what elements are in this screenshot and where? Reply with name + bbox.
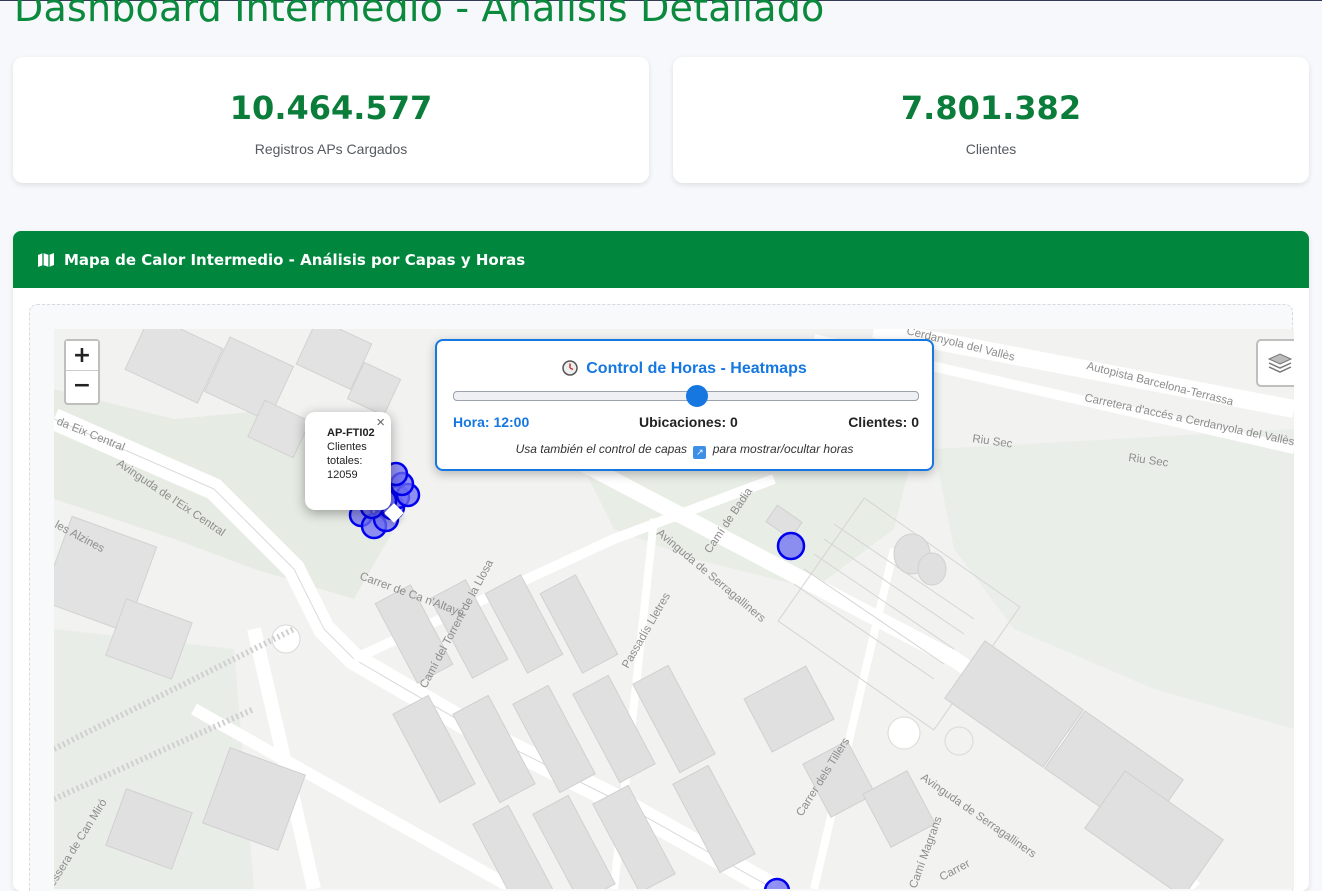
popup-value: 12059: [327, 469, 358, 481]
clock-icon: [562, 360, 578, 376]
stat-label: Registros APs Cargados: [254, 141, 408, 157]
zoom-control: + −: [64, 339, 100, 405]
map-container: Cerdanyola del Vallès Autopista Barcelon…: [29, 304, 1294, 891]
popup-line: Clientes: [327, 441, 367, 453]
stat-value: 7.801.382: [900, 89, 1082, 127]
panel-header: Mapa de Calor Intermedio - Análisis por …: [13, 231, 1309, 288]
stat-label: Clientes: [965, 141, 1017, 157]
hour-control-panel: Control de Horas - Heatmaps Hora: 12:00 …: [435, 339, 934, 471]
popup-close-button[interactable]: ×: [376, 415, 385, 430]
hour-control-title-text: Control de Horas - Heatmaps: [586, 360, 807, 377]
ap-popup: × AP-FTI02 Clientes totales: 12059: [305, 412, 404, 523]
ap-marker[interactable]: [776, 531, 806, 561]
stat-card-clientes: 7.801.382 Clientes: [673, 57, 1309, 183]
zoom-out-button[interactable]: −: [66, 371, 98, 401]
panel-title: Mapa de Calor Intermedio - Análisis por …: [64, 250, 526, 269]
popup-ap-name: AP-FTI02: [327, 427, 375, 439]
map[interactable]: Cerdanyola del Vallès Autopista Barcelon…: [54, 329, 1294, 889]
stat-value: 10.464.577: [229, 89, 433, 127]
page-title: Dashboard Intermedio - Análisis Detallad…: [14, 0, 825, 30]
hour-readout: Hora: 12:00: [453, 414, 530, 430]
hour-control-hint: Usa también el control de capas ↗ para m…: [437, 442, 932, 459]
stat-card-registros: 10.464.577 Registros APs Cargados: [13, 57, 649, 183]
hour-slider[interactable]: [453, 385, 919, 407]
hour-control-title: Control de Horas - Heatmaps: [437, 360, 932, 378]
street-label: Carrer: [938, 858, 973, 884]
layers-control-button[interactable]: [1256, 339, 1294, 387]
layers-icon: [1267, 353, 1293, 373]
popup-content: AP-FTI02 Clientes totales: 12059: [327, 426, 377, 482]
hint-text: para mostrar/ocultar horas: [712, 442, 854, 456]
heatmap-panel: Mapa de Calor Intermedio - Análisis por …: [13, 231, 1309, 891]
ubicaciones-count: Ubicaciones: 0: [639, 414, 738, 430]
zoom-in-button[interactable]: +: [66, 341, 98, 371]
layers-icon: ↗: [693, 446, 707, 459]
map-icon: [38, 252, 54, 267]
hint-text: Usa también el control de capas: [515, 442, 687, 456]
hour-slider-thumb[interactable]: [686, 385, 709, 407]
popup-line: totales:: [327, 455, 363, 467]
clientes-count: Clientes: 0: [848, 414, 919, 430]
